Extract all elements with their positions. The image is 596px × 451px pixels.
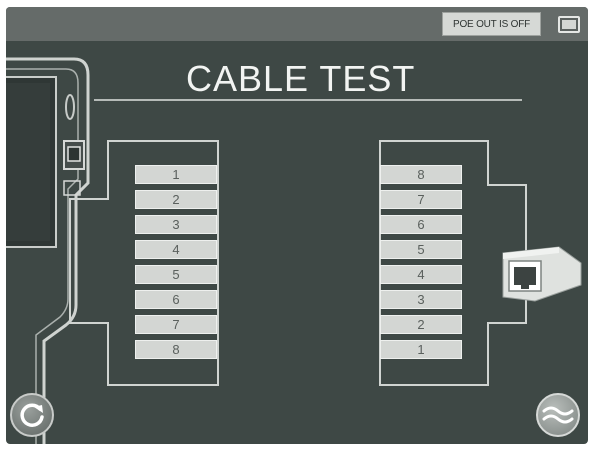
left-pin-5: 5 bbox=[135, 265, 217, 284]
left-pin-2: 2 bbox=[135, 190, 217, 209]
right-pin-1: 1 bbox=[380, 340, 462, 359]
refresh-button[interactable] bbox=[10, 393, 54, 437]
title-divider bbox=[94, 99, 522, 101]
right-pin-5: 5 bbox=[380, 240, 462, 259]
left-pin-8: 8 bbox=[135, 340, 217, 359]
left-pin-4: 4 bbox=[135, 240, 217, 259]
top-bar: POE OUT IS OFF bbox=[6, 7, 588, 41]
right-pin-6: 6 bbox=[380, 215, 462, 234]
poe-out-button[interactable]: POE OUT IS OFF bbox=[442, 12, 541, 36]
refresh-icon bbox=[20, 403, 44, 427]
right-pin-8: 8 bbox=[380, 165, 462, 184]
page-title: CABLE TEST bbox=[186, 58, 416, 99]
right-pin-4: 4 bbox=[380, 265, 462, 284]
left-pin-3: 3 bbox=[135, 215, 217, 234]
right-pin-7: 7 bbox=[380, 190, 462, 209]
right-pin-2: 2 bbox=[380, 315, 462, 334]
left-pin-7: 7 bbox=[135, 315, 217, 334]
waveform-icon bbox=[542, 406, 574, 424]
waveform-button[interactable] bbox=[536, 393, 580, 437]
right-pin-3: 3 bbox=[380, 290, 462, 309]
left-pin-1: 1 bbox=[135, 165, 217, 184]
left-pin-6: 6 bbox=[135, 290, 217, 309]
battery-icon bbox=[558, 16, 580, 33]
cable-test-screen: POE OUT IS OFF CABLE TEST 1 2 3 4 5 6 7 … bbox=[6, 7, 588, 444]
rj45-jack-icon bbox=[501, 245, 583, 305]
